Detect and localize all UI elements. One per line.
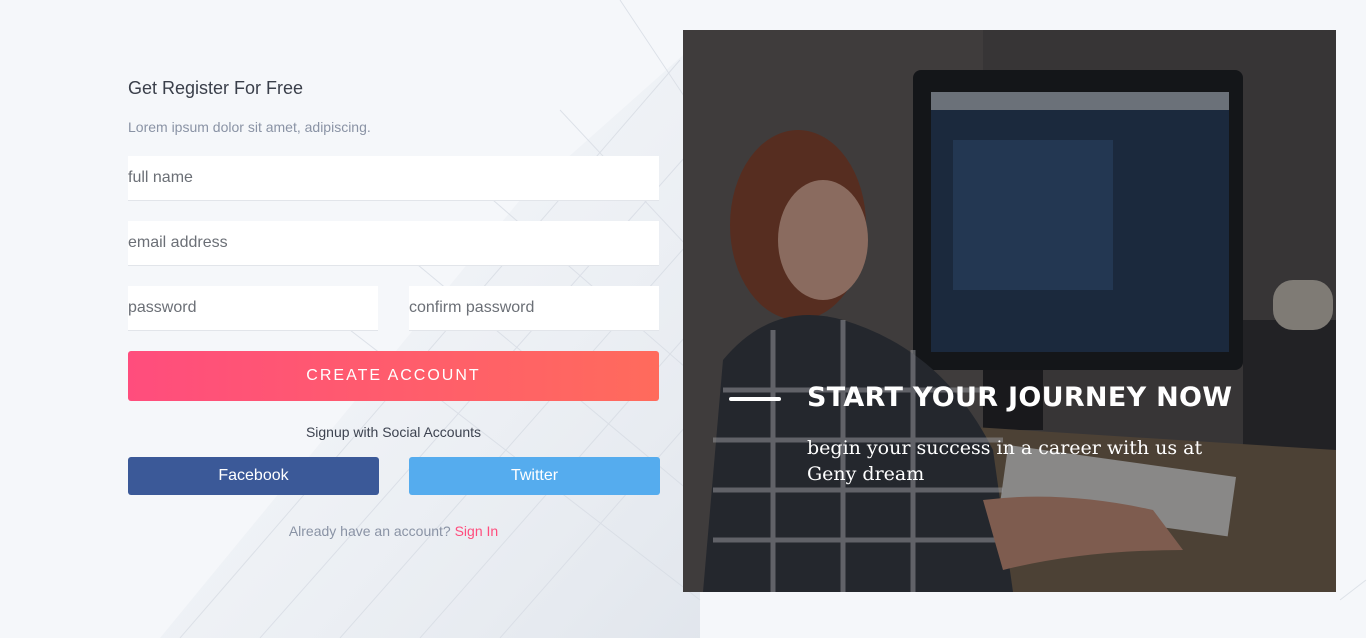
email-input[interactable] <box>128 221 659 266</box>
twitter-button[interactable]: Twitter <box>409 457 660 495</box>
form-subtitle: Lorem ipsum dolor sit amet, adipiscing. <box>128 119 371 135</box>
full-name-input[interactable] <box>128 156 659 201</box>
hero-overlay <box>683 30 1336 592</box>
create-account-button[interactable]: CREATE ACCOUNT <box>128 351 659 401</box>
hero-dash <box>729 397 781 401</box>
social-signup-label: Signup with Social Accounts <box>305 424 482 440</box>
facebook-button[interactable]: Facebook <box>128 457 379 495</box>
hero-image-panel: START YOUR JOURNEY NOW begin your succes… <box>683 30 1336 592</box>
signin-row: Already have an account? Sign In <box>128 523 659 539</box>
signin-prompt: Already have an account? <box>288 523 451 539</box>
hero-title: START YOUR JOURNEY NOW <box>807 382 1233 413</box>
confirm-password-input[interactable] <box>409 286 659 331</box>
signin-link[interactable]: Sign In <box>455 523 499 539</box>
hero-subtitle: begin your success in a career with us a… <box>807 437 1203 485</box>
password-input[interactable] <box>128 286 378 331</box>
form-title: Get Register For Free <box>128 78 304 98</box>
